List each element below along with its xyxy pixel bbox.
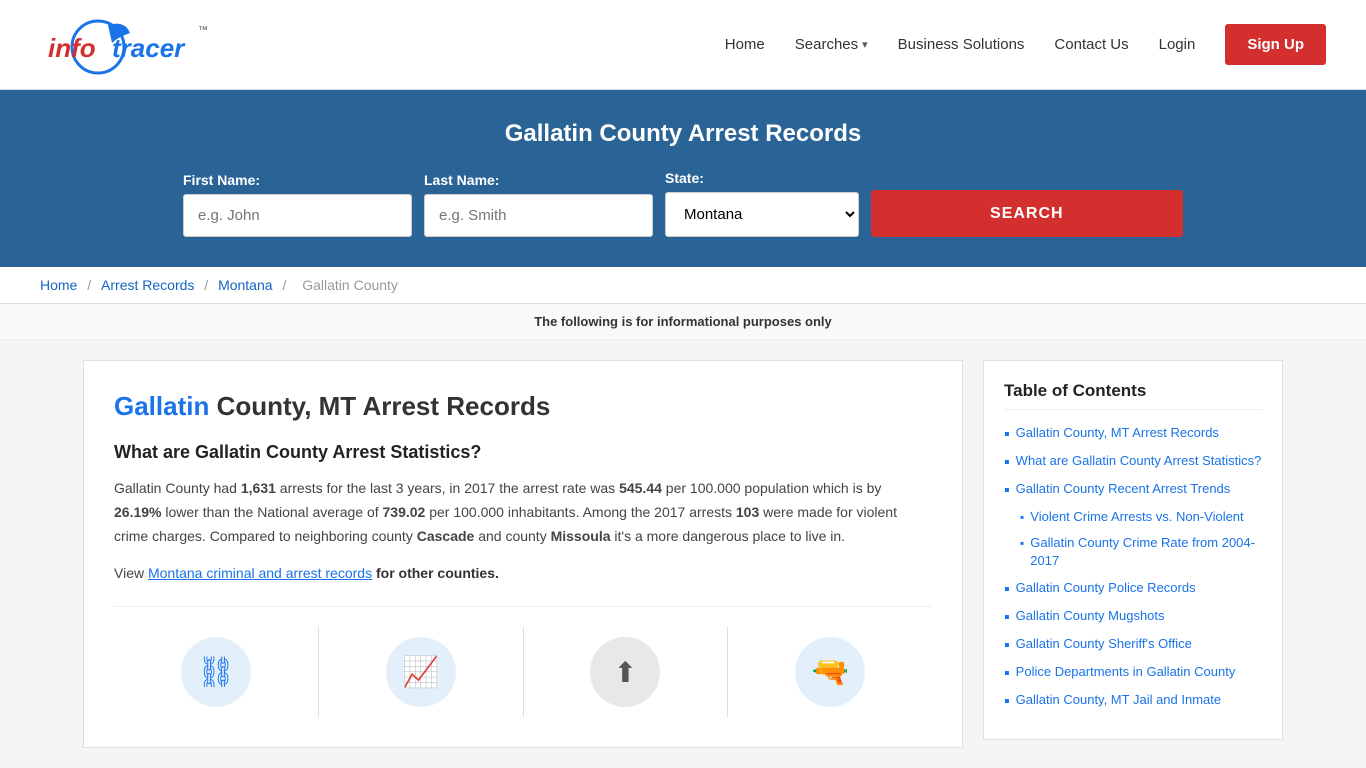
last-name-input[interactable]: [424, 194, 653, 237]
toc-link[interactable]: Gallatin County Mugshots: [1016, 607, 1165, 625]
montana-records-link[interactable]: Montana criminal and arrest records: [148, 565, 372, 581]
breadcrumb-montana[interactable]: Montana: [218, 277, 272, 293]
toc-bullet-icon: ▪: [1004, 693, 1010, 711]
toc-link[interactable]: Gallatin County Crime Rate from 2004-201…: [1030, 534, 1262, 570]
toc-bullet-icon: ▪: [1004, 454, 1010, 472]
breadcrumb-arrest-records[interactable]: Arrest Records: [101, 277, 194, 293]
icon-item-chart: 📈: [319, 627, 524, 717]
handcuffs-icon: ⛓: [181, 637, 251, 707]
toc-link[interactable]: What are Gallatin County Arrest Statisti…: [1016, 452, 1262, 470]
nav-contact-us[interactable]: Contact Us: [1054, 36, 1128, 53]
nav-business-solutions[interactable]: Business Solutions: [898, 36, 1025, 53]
chart-icon: 📈: [386, 637, 456, 707]
toc-list-item: ▪ Gallatin County Police Records: [1004, 579, 1262, 599]
state-select[interactable]: AlabamaAlaskaArizonaArkansasCaliforniaCo…: [665, 192, 859, 237]
hero-title: Gallatin County Arrest Records: [40, 120, 1326, 148]
svg-text:™: ™: [198, 25, 208, 36]
toc-list-item: ▪ Gallatin County Recent Arrest Trends: [1004, 480, 1262, 500]
svg-text:tracer: tracer: [112, 33, 186, 63]
breadcrumb-home[interactable]: Home: [40, 277, 77, 293]
toc-link[interactable]: Police Departments in Gallatin County: [1016, 663, 1236, 681]
main-content: Gallatin County, MT Arrest Records What …: [43, 340, 1323, 768]
title-rest: County, MT Arrest Records: [209, 391, 550, 421]
state-label: State:: [665, 170, 859, 186]
toc-sidebar: Table of Contents ▪ Gallatin County, MT A…: [983, 360, 1283, 740]
arrest-rate: 545.44: [619, 480, 662, 496]
logo: info tracer ™: [40, 15, 220, 75]
county-cascade: Cascade: [417, 528, 475, 544]
violent-count: 103: [736, 504, 759, 520]
chevron-down-icon: ▾: [862, 38, 868, 51]
first-name-label: First Name:: [183, 172, 412, 188]
main-nav: Home Searches ▾ Business Solutions Conta…: [725, 24, 1326, 65]
info-notice: The following is for informational purpo…: [0, 304, 1366, 340]
toc-list-item: ▪ Gallatin County Crime Rate from 2004-20…: [1004, 534, 1262, 570]
icons-row: ⛓ 📈 ⬆ 🔫: [114, 606, 932, 717]
toc-link[interactable]: Gallatin County Sheriff's Office: [1016, 635, 1192, 653]
content-view-link-para: View Montana criminal and arrest records…: [114, 562, 932, 586]
toc-bullet-icon: ▪: [1004, 426, 1010, 444]
content-paragraph1: Gallatin County had 1,631 arrests for th…: [114, 477, 932, 548]
toc-bullet-icon: ▪: [1004, 609, 1010, 627]
nav-searches[interactable]: Searches ▾: [795, 36, 868, 53]
toc-heading: Table of Contents: [1004, 381, 1262, 410]
lower-pct: 26.19%: [114, 504, 161, 520]
toc-list-item: ▪ Violent Crime Arrests vs. Non-Violent: [1004, 508, 1262, 526]
logo-area: info tracer ™: [40, 15, 220, 75]
toc-list-item: ▪ Gallatin County Mugshots: [1004, 607, 1262, 627]
search-form: First Name: Last Name: State: AlabamaAla…: [183, 170, 1183, 237]
nav-home[interactable]: Home: [725, 36, 765, 53]
county-missoula: Missoula: [551, 528, 611, 544]
signup-button[interactable]: Sign Up: [1225, 24, 1326, 65]
content-title: Gallatin County, MT Arrest Records: [114, 391, 932, 422]
toc-bullet-icon: ▪: [1004, 581, 1010, 599]
toc-link[interactable]: Gallatin County Police Records: [1016, 579, 1196, 597]
icon-item-arrow: ⬆: [524, 627, 729, 717]
first-name-input[interactable]: [183, 194, 412, 237]
toc-bullet-icon: ▪: [1020, 510, 1024, 524]
icon-item-handcuffs: ⛓: [114, 627, 319, 717]
toc-bullet-icon: ▪: [1020, 536, 1024, 550]
national-avg: 739.02: [383, 504, 426, 520]
toc-list-item: ▪ What are Gallatin County Arrest Statist…: [1004, 452, 1262, 472]
toc-bullet-icon: ▪: [1004, 637, 1010, 655]
toc-list: ▪ Gallatin County, MT Arrest Records ▪ What…: [1004, 424, 1262, 711]
gun-icon: 🔫: [795, 637, 865, 707]
toc-list-item: ▪ Gallatin County, MT Jail and Inmate: [1004, 691, 1262, 711]
icon-item-gun: 🔫: [728, 627, 932, 717]
arrow-up-icon: ⬆: [590, 637, 660, 707]
breadcrumb-gallatin-county: Gallatin County: [302, 277, 398, 293]
state-group: State: AlabamaAlaskaArizonaArkansasCalif…: [665, 170, 859, 237]
toc-list-item: ▪ Police Departments in Gallatin County: [1004, 663, 1262, 683]
toc-link[interactable]: Gallatin County Recent Arrest Trends: [1016, 480, 1231, 498]
arrests-count: 1,631: [241, 480, 276, 496]
toc-link[interactable]: Gallatin County, MT Arrest Records: [1016, 424, 1219, 442]
nav-login[interactable]: Login: [1159, 36, 1196, 53]
svg-text:info: info: [48, 33, 96, 63]
section1-heading: What are Gallatin County Arrest Statisti…: [114, 442, 932, 463]
toc-bullet-icon: ▪: [1004, 665, 1010, 683]
search-button[interactable]: SEARCH: [871, 190, 1183, 237]
toc-list-item: ▪ Gallatin County, MT Arrest Records: [1004, 424, 1262, 444]
last-name-label: Last Name:: [424, 172, 653, 188]
breadcrumb: Home / Arrest Records / Montana / Gallat…: [0, 267, 1366, 304]
toc-list-item: ▪ Gallatin County Sheriff's Office: [1004, 635, 1262, 655]
toc-bullet-icon: ▪: [1004, 482, 1010, 500]
first-name-group: First Name:: [183, 172, 412, 237]
nav-searches-label: Searches: [795, 36, 858, 53]
hero-section: Gallatin County Arrest Records First Nam…: [0, 90, 1366, 267]
content-body: Gallatin County, MT Arrest Records What …: [83, 360, 963, 748]
title-highlight: Gallatin: [114, 391, 209, 421]
toc-link[interactable]: Violent Crime Arrests vs. Non-Violent: [1030, 508, 1243, 526]
toc-link[interactable]: Gallatin County, MT Jail and Inmate: [1016, 691, 1221, 709]
last-name-group: Last Name:: [424, 172, 653, 237]
header: info tracer ™ Home Searches ▾ Business S…: [0, 0, 1366, 90]
